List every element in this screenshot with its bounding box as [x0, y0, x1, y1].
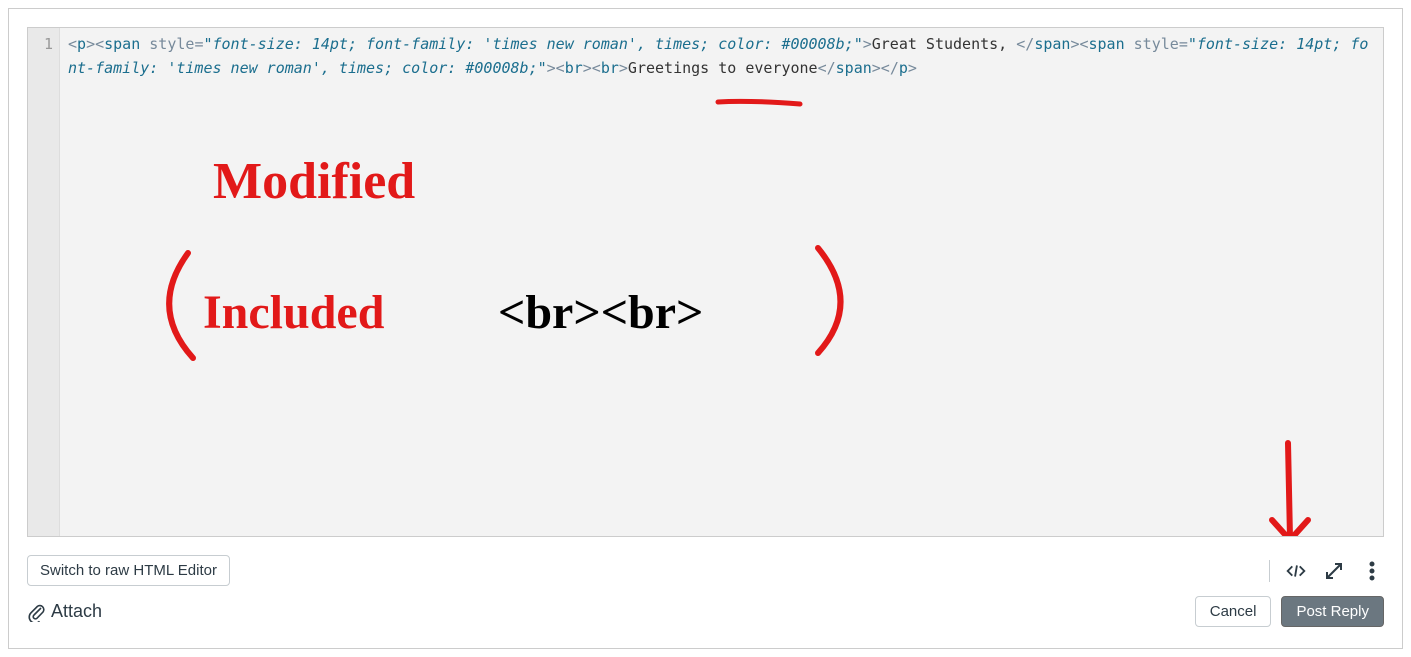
- fullscreen-icon[interactable]: [1322, 559, 1346, 583]
- code-content[interactable]: <p><span style="font-size: 14pt; font-fa…: [60, 28, 1383, 536]
- editor-bottom-bar: Switch to raw HTML Editor: [9, 547, 1402, 596]
- line-number: 1: [28, 32, 59, 56]
- code-editor[interactable]: 1 <p><span style="font-size: 14pt; font-…: [27, 27, 1384, 537]
- cancel-button[interactable]: Cancel: [1195, 596, 1272, 627]
- footer-row: Attach Cancel Post Reply: [9, 596, 1402, 639]
- switch-raw-html-button[interactable]: Switch to raw HTML Editor: [27, 555, 230, 586]
- attach-label: Attach: [51, 601, 102, 622]
- footer-actions: Cancel Post Reply: [1195, 596, 1384, 627]
- attach-button[interactable]: Attach: [27, 601, 102, 622]
- code-view-icon[interactable]: [1284, 559, 1308, 583]
- toolbar-icon-group: [1269, 559, 1384, 583]
- toolbar-divider: [1269, 560, 1270, 582]
- html-editor-container: 1 <p><span style="font-size: 14pt; font-…: [8, 8, 1403, 649]
- kebab-menu-icon[interactable]: [1360, 559, 1384, 583]
- paperclip-icon: [27, 602, 45, 622]
- post-reply-button[interactable]: Post Reply: [1281, 596, 1384, 627]
- line-gutter: 1: [28, 28, 60, 536]
